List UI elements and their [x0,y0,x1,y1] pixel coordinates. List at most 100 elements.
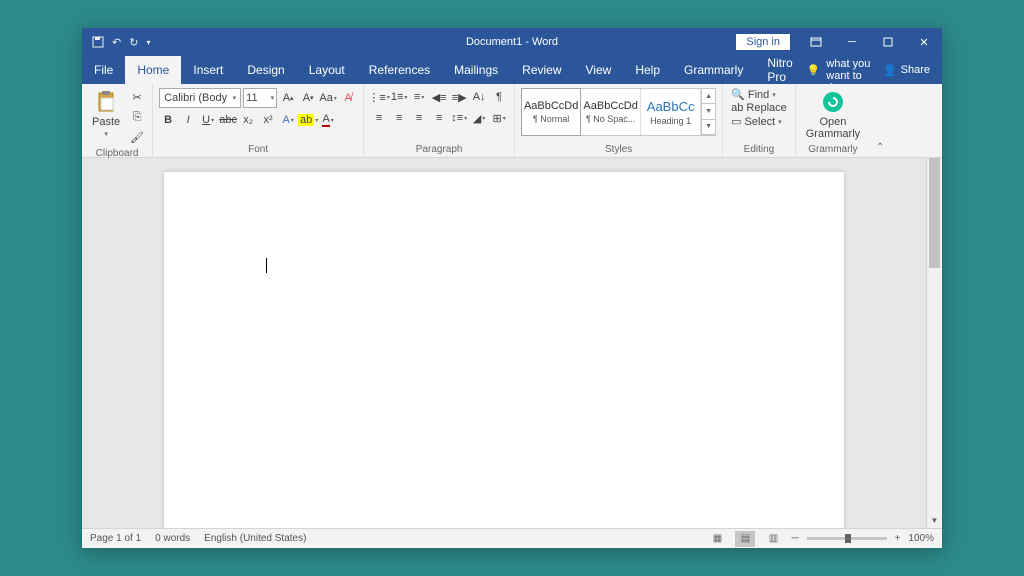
shading-button[interactable]: ◢ [470,109,488,127]
zoom-out-button[interactable]: ─ [791,533,798,544]
gallery-more-icon[interactable]: ▼ [702,120,715,135]
zoom-level[interactable]: 100% [908,533,934,544]
underline-button[interactable]: U [199,111,217,129]
zoom-slider[interactable] [807,537,887,540]
print-layout-button[interactable]: ▤ [735,531,755,547]
align-center-button[interactable]: ≡ [390,109,408,127]
change-case-button[interactable]: Aa [319,89,337,107]
select-icon: ▭ [731,115,741,128]
style-name: ¶ No Spac... [586,114,635,124]
text-cursor [266,258,267,273]
vertical-scrollbar[interactable]: ▲ ▼ [926,158,942,528]
borders-button[interactable]: ⊞ [490,109,508,127]
tab-references[interactable]: References [357,56,442,84]
gallery-down-icon[interactable]: ▼ [702,104,715,119]
ribbon-tabs: File Home Insert Design Layout Reference… [82,56,942,84]
page-count[interactable]: Page 1 of 1 [90,533,141,544]
style-no-spacing[interactable]: AaBbCcDd ¶ No Spac... [581,89,641,135]
numbering-button[interactable]: 1≡ [390,88,408,106]
tab-nitro-pro[interactable]: Nitro Pro [755,56,806,84]
font-size-combo[interactable]: 11▾ [243,88,277,108]
style-preview: AaBbCc [647,99,695,114]
select-label: Select [745,116,776,128]
increase-indent-button[interactable]: ≡▶ [450,88,468,106]
maximize-button[interactable] [870,28,906,56]
read-mode-button[interactable]: ▦ [707,531,727,547]
tab-review[interactable]: Review [510,56,573,84]
tab-file[interactable]: File [82,56,125,84]
justify-button[interactable]: ≡ [430,109,448,127]
word-window: ↶ ↻ ▾ Document1 - Word Sign in ─ ✕ File … [82,28,942,548]
align-left-button[interactable]: ≡ [370,109,388,127]
cut-button[interactable]: ✂ [128,88,146,106]
replace-label: Replace [746,102,786,114]
replace-button[interactable]: abReplace [729,102,789,114]
web-layout-button[interactable]: ▥ [763,531,783,547]
grow-font-button[interactable]: A▴ [279,89,297,107]
select-button[interactable]: ▭Select▾ [729,115,789,128]
font-name-combo[interactable]: Calibri (Body▾ [159,88,241,108]
decrease-indent-button[interactable]: ◀≡ [430,88,448,106]
chevron-down-icon: ▾ [104,130,108,138]
language-status[interactable]: English (United States) [204,533,306,544]
scroll-down-icon[interactable]: ▼ [927,512,942,528]
close-button[interactable]: ✕ [906,28,942,56]
style-preview: AaBbCcDd [583,100,637,112]
tab-design[interactable]: Design [235,56,296,84]
strikethrough-button[interactable]: abc [219,111,237,129]
scroll-thumb[interactable] [929,158,940,268]
minimize-button[interactable]: ─ [834,28,870,56]
tab-mailings[interactable]: Mailings [442,56,510,84]
highlight-button[interactable]: ab [299,111,317,129]
show-marks-button[interactable]: ¶ [490,88,508,106]
styles-gallery: AaBbCcDd ¶ Normal AaBbCcDd ¶ No Spac... … [521,88,716,136]
zoom-in-button[interactable]: + [895,533,901,544]
font-color-button[interactable]: A [319,111,337,129]
share-button[interactable]: 👤 Share [883,64,930,77]
document-title: Document1 - Word [466,36,558,48]
align-right-button[interactable]: ≡ [410,109,428,127]
sign-in-button[interactable]: Sign in [736,34,790,50]
page[interactable]: KuyhAa-me [164,172,844,528]
group-styles: AaBbCcDd ¶ Normal AaBbCcDd ¶ No Spac... … [515,84,723,157]
tab-layout[interactable]: Layout [297,56,357,84]
superscript-button[interactable]: x² [259,111,277,129]
italic-button[interactable]: I [179,111,197,129]
redo-icon[interactable]: ↻ [129,36,138,49]
ribbon-display-icon[interactable] [798,28,834,56]
format-painter-button[interactable]: 🖌 [128,128,146,146]
tab-home[interactable]: Home [125,56,181,84]
copy-button[interactable]: ⎘ [128,108,146,126]
tab-view[interactable]: View [574,56,624,84]
search-icon: 🔍 [731,88,745,101]
tab-grammarly[interactable]: Grammarly [672,56,755,84]
style-heading1[interactable]: AaBbCc Heading 1 [641,89,701,135]
tab-help[interactable]: Help [623,56,672,84]
tab-insert[interactable]: Insert [181,56,235,84]
style-normal[interactable]: AaBbCcDd ¶ Normal [521,88,581,136]
undo-icon[interactable]: ↶ [112,36,121,49]
bullets-button[interactable]: ⋮≡ [370,88,388,106]
word-count[interactable]: 0 words [155,533,190,544]
find-button[interactable]: 🔍Find▾ [729,88,789,101]
clear-formatting-button[interactable]: A̸ [339,89,357,107]
shrink-font-button[interactable]: A▾ [299,89,317,107]
group-clipboard: Paste ▾ ✂ ⎘ 🖌 Clipboard [82,84,153,157]
style-preview: AaBbCcDd [524,100,578,112]
ribbon: Paste ▾ ✂ ⎘ 🖌 Clipboard Calibri (Body▾ 1… [82,84,942,158]
text-effects-button[interactable]: A [279,111,297,129]
paste-button[interactable]: Paste ▾ [88,88,124,140]
collapse-ribbon-icon[interactable]: ⌃ [870,142,890,157]
line-spacing-button[interactable]: ↕≡ [450,109,468,127]
qat-customize-icon[interactable]: ▾ [146,38,150,47]
font-group-label: Font [159,142,357,157]
multilevel-button[interactable]: ≡ [410,88,428,106]
open-grammarly-button[interactable]: Open Grammarly [802,88,864,142]
subscript-button[interactable]: x₂ [239,111,257,129]
styles-group-label: Styles [521,142,716,157]
save-icon[interactable] [92,36,104,48]
gallery-up-icon[interactable]: ▲ [702,89,715,104]
bold-button[interactable]: B [159,111,177,129]
style-name: Heading 1 [650,116,691,126]
sort-button[interactable]: A↓ [470,88,488,106]
